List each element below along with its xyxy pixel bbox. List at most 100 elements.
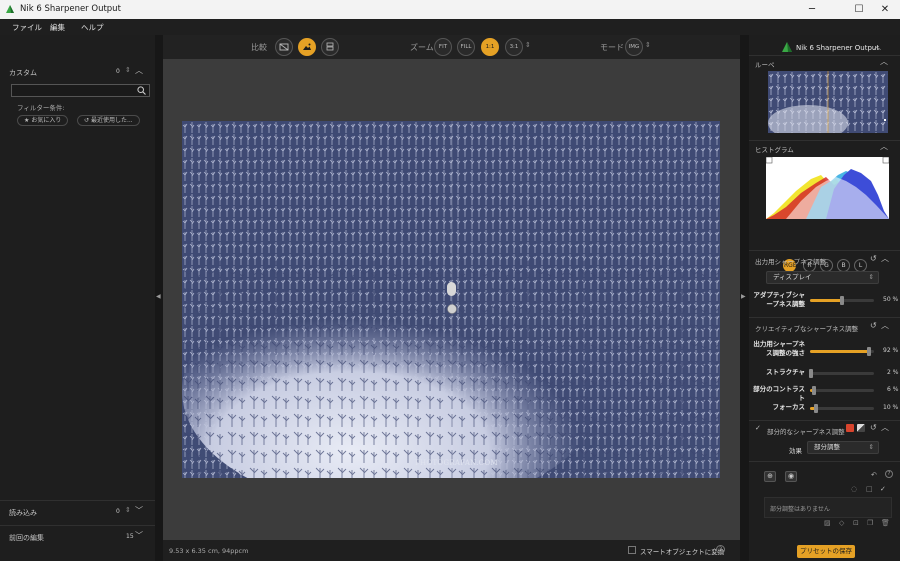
collapse-left-icon[interactable]: ◀ bbox=[156, 293, 161, 300]
square-icon[interactable]: □ bbox=[866, 485, 873, 493]
star-icon: ★ bbox=[24, 117, 30, 124]
slider-value: 2 % bbox=[887, 369, 899, 376]
mode-stepper-icon[interactable]: ⇕ bbox=[645, 41, 651, 49]
sort-icon[interactable]: ⇕ bbox=[125, 66, 131, 74]
favorites-chip[interactable]: ★ お気に入り bbox=[17, 115, 69, 126]
save-preset-button[interactable]: プリセットの保存 bbox=[797, 545, 855, 558]
adaptive-slider-thumb[interactable] bbox=[840, 296, 844, 305]
divider bbox=[749, 317, 900, 318]
load-label[interactable]: 読み込み bbox=[9, 508, 37, 518]
zoom-3-1-button[interactable]: 3:1 bbox=[505, 38, 523, 56]
trash-icon[interactable]: 🗑 bbox=[881, 519, 890, 527]
split-rotate-handle[interactable] bbox=[447, 304, 457, 314]
select-arrows-icon: ⇕ bbox=[868, 443, 874, 451]
chevron-up-icon[interactable]: ︿ bbox=[880, 141, 888, 152]
no-adjustments-text: 部分調整はありません bbox=[770, 506, 830, 513]
check-icon[interactable]: ✓ bbox=[880, 485, 886, 493]
slider-label: フォーカス bbox=[772, 403, 806, 411]
close-button[interactable]: ✕ bbox=[870, 1, 900, 18]
preview-image[interactable]: PHOTOGRAFAN.COM bbox=[182, 121, 720, 478]
structure-slider-thumb[interactable] bbox=[809, 369, 814, 378]
product-title: Nik 6 Sharpener Output bbox=[796, 44, 880, 52]
recent-chip[interactable]: ↺ 最近使用した... bbox=[77, 115, 140, 126]
color-swatch-icon[interactable] bbox=[846, 424, 854, 432]
watermark-text: PHOTOGRAFAN.COM bbox=[415, 459, 498, 467]
mask-toggle-icon[interactable] bbox=[857, 424, 865, 432]
mode-img-button[interactable]: IMG bbox=[625, 38, 643, 56]
local-contrast-slider-thumb[interactable] bbox=[811, 386, 816, 395]
menu-help[interactable]: ヘルプ bbox=[81, 22, 104, 33]
local-contrast-slider[interactable] bbox=[810, 386, 874, 395]
effect-label: 効果 bbox=[789, 447, 802, 455]
structure-slider[interactable] bbox=[809, 369, 874, 378]
divider bbox=[0, 500, 155, 501]
search-icon[interactable] bbox=[137, 86, 146, 95]
histogram-label: ヒストグラム bbox=[755, 146, 794, 154]
chevron-up-icon[interactable]: ︿ bbox=[135, 65, 143, 76]
zoom-label: ズーム bbox=[410, 43, 434, 52]
effect-select[interactable]: 部分調整 ⇕ bbox=[807, 441, 879, 454]
zoom-fit-button[interactable]: FIT bbox=[434, 38, 452, 56]
dotted-circle-icon[interactable]: ◌ bbox=[851, 485, 857, 493]
effect-value: 部分調整 bbox=[814, 443, 840, 451]
sort-icon[interactable]: ⇕ bbox=[125, 506, 131, 514]
menu-file[interactable]: ファイル bbox=[12, 22, 42, 33]
loupe-preview[interactable] bbox=[768, 71, 888, 133]
divider bbox=[749, 420, 900, 421]
slider-value: 92 % bbox=[883, 347, 899, 354]
minimize-button[interactable]: ─ bbox=[797, 1, 827, 18]
help-icon[interactable]: ? bbox=[716, 545, 725, 554]
chevron-up-icon[interactable]: ︿ bbox=[881, 320, 889, 331]
adaptive-slider-fill bbox=[810, 299, 842, 302]
focus-slider[interactable] bbox=[810, 404, 874, 413]
help-icon[interactable]: ? bbox=[885, 470, 893, 478]
compare-side-button[interactable] bbox=[321, 38, 339, 56]
divider bbox=[749, 461, 900, 462]
eye-toggle-button[interactable]: ◉ bbox=[785, 471, 797, 482]
menu-edit[interactable]: 編集 bbox=[50, 22, 65, 33]
collapse-header-icon[interactable]: ︿ bbox=[873, 41, 881, 52]
focus-slider-thumb[interactable] bbox=[814, 404, 819, 413]
smart-object-label[interactable]: スマートオブジェクトに変換 bbox=[640, 546, 724, 556]
slider-value: 6 % bbox=[887, 386, 899, 393]
load-count: 0 bbox=[116, 508, 120, 515]
copy-icon[interactable]: ❐ bbox=[867, 519, 873, 527]
chevron-down-icon[interactable]: ﹀ bbox=[135, 505, 143, 516]
collapse-right-icon[interactable]: ▶ bbox=[741, 293, 746, 300]
custom-header: カスタム bbox=[9, 69, 37, 77]
strength-slider-thumb[interactable] bbox=[866, 347, 871, 356]
output-target-select[interactable]: ディスプレイ ⇕ bbox=[766, 271, 879, 284]
chevron-up-icon[interactable]: ︿ bbox=[881, 253, 889, 264]
compare-split-button[interactable] bbox=[275, 38, 293, 56]
search-input[interactable] bbox=[11, 84, 150, 97]
compare-loupe-button[interactable] bbox=[298, 38, 316, 56]
paint-icon[interactable]: ▨ bbox=[824, 519, 831, 527]
reset-icon[interactable]: ↺ bbox=[870, 321, 877, 330]
adaptive-value: 50 % bbox=[883, 296, 899, 303]
smart-object-checkbox[interactable] bbox=[628, 546, 636, 554]
control-point-add-button[interactable]: ⊕ bbox=[764, 471, 776, 482]
custom-count: 0 bbox=[116, 68, 120, 75]
split-handle[interactable] bbox=[447, 282, 456, 296]
zoom-1-1-button[interactable]: 1:1 bbox=[481, 38, 499, 56]
group-icon[interactable]: ⊡ bbox=[853, 519, 859, 527]
duplicate-icon[interactable]: ◇ bbox=[839, 519, 844, 527]
strength-slider[interactable] bbox=[810, 347, 874, 356]
enable-check-icon[interactable]: ✓ bbox=[755, 424, 761, 432]
title-bar: Nik 6 Sharpener Output ─ ☐ ✕ bbox=[0, 0, 900, 19]
status-bar: 9.53 x 6.35 cm, 94ppcm スマートオブジェクトに変換 ? bbox=[163, 540, 740, 561]
selective-header: 部分的なシャープネス調整 bbox=[767, 428, 845, 436]
zoom-stepper-icon[interactable]: ⇕ bbox=[525, 41, 531, 49]
left-panel-collapse[interactable]: ◀ bbox=[155, 35, 163, 561]
reset-icon[interactable]: ↺ bbox=[870, 254, 877, 263]
undo-icon[interactable]: ↶ bbox=[871, 471, 877, 479]
right-panel-collapse[interactable]: ▶ bbox=[740, 35, 749, 561]
menu-bar: ファイル 編集 ヘルプ bbox=[0, 19, 900, 35]
chevron-up-icon[interactable]: ︿ bbox=[881, 422, 889, 433]
recent-edit-label[interactable]: 前回の編集 bbox=[9, 533, 44, 543]
zoom-fill-button[interactable]: FILL bbox=[457, 38, 475, 56]
adaptive-slider[interactable] bbox=[810, 296, 874, 305]
reset-icon[interactable]: ↺ bbox=[870, 423, 877, 432]
chevron-up-icon[interactable]: ︿ bbox=[880, 56, 888, 67]
chevron-down-icon[interactable]: ﹀ bbox=[135, 530, 143, 541]
